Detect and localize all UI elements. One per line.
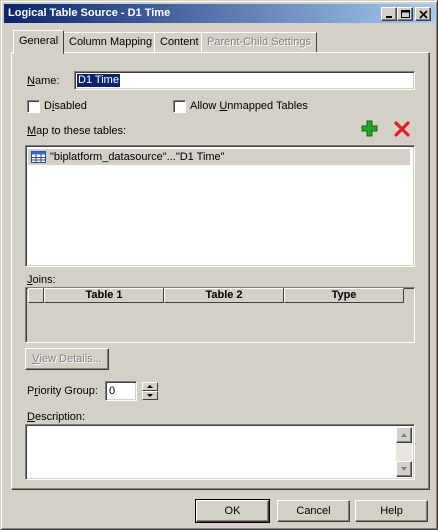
help-button[interactable]: Help <box>355 500 428 522</box>
ok-button[interactable]: OK <box>195 499 270 523</box>
dialog-window: Logical Table Source - D1 Time General C… <box>0 0 438 530</box>
name-label: Name: <box>27 75 60 87</box>
description-scrollbar[interactable] <box>396 427 412 477</box>
table-icon <box>31 150 46 163</box>
arrow-up-icon <box>147 385 153 388</box>
spin-down-button[interactable] <box>142 391 158 400</box>
priority-group-value: 0 <box>109 385 116 397</box>
tab-column-mapping-label: Column Mapping <box>69 36 153 48</box>
tab-content-label: Content <box>160 36 199 48</box>
mapped-table-name: "biplatform_datasource"..."D1 Time" <box>50 151 225 163</box>
maximize-icon <box>401 10 410 18</box>
allow-unmapped-tables-label: Allow Unmapped Tables <box>190 100 308 112</box>
description-label: Description: <box>27 411 86 423</box>
disabled-checkbox[interactable] <box>27 100 40 113</box>
map-tables-label: Map to these tables: <box>27 125 127 137</box>
x-icon <box>394 121 410 137</box>
minimize-icon <box>386 16 392 18</box>
window-title: Logical Table Source - D1 Time <box>8 7 171 19</box>
allow-unmapped-tables-checkbox[interactable] <box>173 100 186 113</box>
priority-group-field[interactable]: 0 <box>105 381 137 401</box>
title-bar: Logical Table Source - D1 Time <box>4 4 435 23</box>
view-details-button[interactable]: View Details... <box>25 348 109 370</box>
name-field-value: D1 Time <box>77 74 120 87</box>
joins-header-table2[interactable]: Table 2 <box>164 288 284 303</box>
close-icon <box>419 10 428 19</box>
close-button[interactable] <box>415 7 431 21</box>
tab-parent-child-label: Parent-Child Settings <box>207 36 311 48</box>
remove-table-button[interactable] <box>393 120 411 138</box>
scroll-down-icon <box>401 467 407 471</box>
arrow-down-icon <box>147 394 153 397</box>
scroll-down-button[interactable] <box>396 461 412 477</box>
mapped-tables-list[interactable]: "biplatform_datasource"..."D1 Time" <box>25 145 415 267</box>
joins-header-table1[interactable]: Table 1 <box>44 288 164 303</box>
add-table-button[interactable] <box>361 120 379 138</box>
tab-general-label: General <box>19 35 59 47</box>
list-item[interactable]: "biplatform_datasource"..."D1 Time" <box>28 149 410 165</box>
tab-content[interactable]: Content <box>154 32 205 52</box>
cancel-button[interactable]: Cancel <box>277 500 350 522</box>
minimize-button[interactable] <box>381 7 397 21</box>
tab-column-mapping[interactable]: Column Mapping <box>63 32 159 52</box>
description-textarea[interactable] <box>25 424 415 480</box>
scroll-up-button[interactable] <box>396 427 412 443</box>
spin-up-button[interactable] <box>142 382 158 391</box>
plus-icon <box>361 120 378 137</box>
scroll-up-icon <box>401 433 407 437</box>
joins-header-type[interactable]: Type <box>284 288 404 303</box>
tab-general[interactable]: General <box>13 30 65 54</box>
priority-group-label: Priority Group: <box>27 385 98 397</box>
joins-table[interactable]: Table 1 Table 2 Type <box>25 287 415 343</box>
tab-parent-child-settings[interactable]: Parent-Child Settings <box>201 32 317 52</box>
joins-label: Joins: <box>27 274 56 286</box>
joins-header-blank <box>28 288 44 303</box>
maximize-button[interactable] <box>397 7 413 21</box>
disabled-label: Disabled <box>44 100 87 112</box>
name-field[interactable]: D1 Time <box>74 71 415 90</box>
